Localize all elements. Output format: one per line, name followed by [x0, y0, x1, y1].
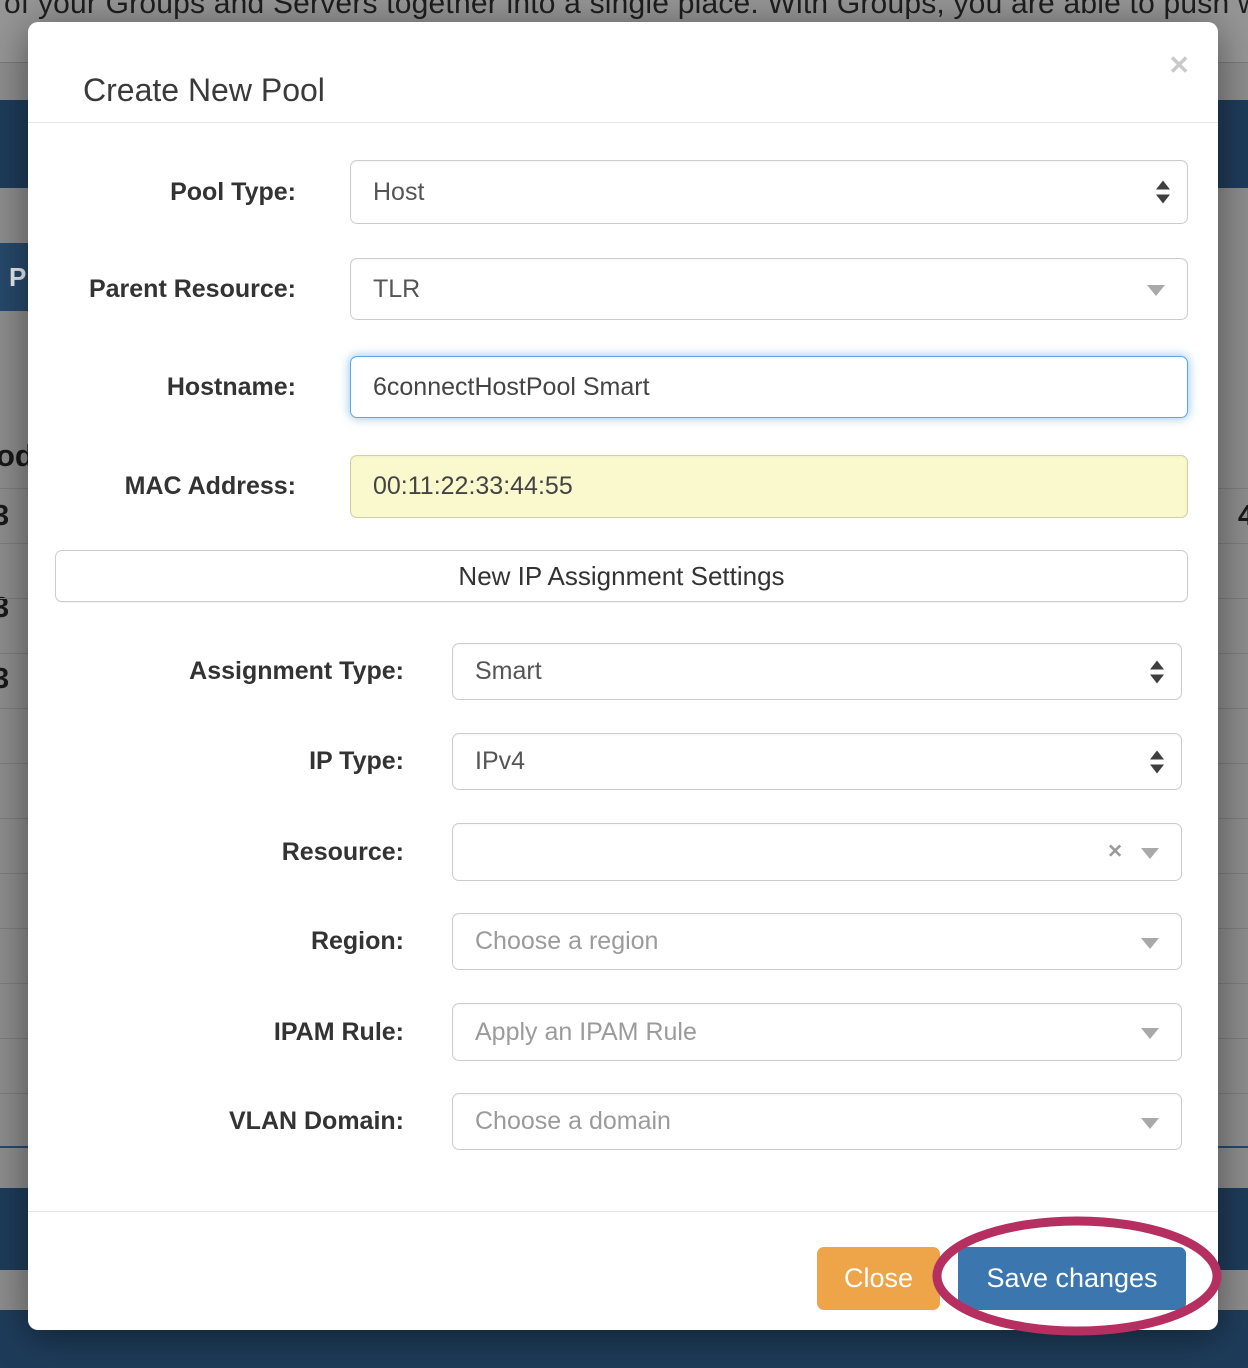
background-cell-fragment: 3 [0, 592, 9, 625]
ipam-rule-placeholder: Apply an IPAM Rule [475, 1018, 697, 1047]
mac-address-label: MAC Address: [28, 455, 296, 518]
select-stepper-icon [1150, 750, 1164, 773]
pool-type-select[interactable]: Host [350, 160, 1188, 224]
background-cell-fragment: 4 [1238, 500, 1248, 533]
header-divider [28, 122, 1218, 123]
assignment-type-value: Smart [475, 657, 542, 686]
pool-type-label: Pool Type: [28, 160, 296, 224]
hostname-input[interactable] [350, 356, 1188, 418]
vlan-domain-placeholder: Choose a domain [475, 1107, 671, 1136]
clear-icon[interactable]: ✕ [1107, 841, 1123, 864]
chevron-down-icon [1141, 1028, 1159, 1039]
chevron-down-icon [1141, 1118, 1159, 1129]
chevron-down-icon [1141, 938, 1159, 949]
pool-type-value: Host [373, 178, 424, 207]
region-placeholder: Choose a region [475, 927, 658, 956]
ip-type-value: IPv4 [475, 747, 525, 776]
resource-label: Resource: [28, 823, 404, 881]
create-new-pool-dialog: Create New Pool ✕ Pool Type: Host Parent… [28, 22, 1218, 1330]
assignment-type-label: Assignment Type: [28, 643, 404, 700]
resource-combobox[interactable]: ✕ [452, 823, 1182, 881]
ipam-rule-label: IPAM Rule: [28, 1003, 404, 1061]
chevron-down-icon [1147, 285, 1165, 296]
footer-divider [28, 1211, 1218, 1212]
vlan-domain-dropdown[interactable]: Choose a domain [452, 1093, 1182, 1150]
select-stepper-icon [1156, 181, 1170, 204]
background-cell-fragment: 3 [0, 663, 9, 696]
parent-resource-value: TLR [373, 275, 420, 304]
region-dropdown[interactable]: Choose a region [452, 913, 1182, 970]
ip-type-select[interactable]: IPv4 [452, 733, 1182, 790]
parent-resource-label: Parent Resource: [28, 258, 296, 320]
close-button[interactable]: Close [817, 1247, 940, 1310]
parent-resource-dropdown[interactable]: TLR [350, 258, 1188, 320]
chevron-down-icon [1141, 848, 1159, 859]
vlan-domain-label: VLAN Domain: [28, 1093, 404, 1150]
new-ip-assignment-settings-button[interactable]: New IP Assignment Settings [55, 550, 1188, 602]
ipam-rule-dropdown[interactable]: Apply an IPAM Rule [452, 1003, 1182, 1061]
ip-type-label: IP Type: [28, 733, 404, 790]
mac-address-input[interactable] [350, 455, 1188, 518]
close-icon[interactable]: ✕ [1168, 52, 1190, 78]
select-stepper-icon [1150, 660, 1164, 683]
background-cell-fragment: 3 [0, 500, 9, 533]
region-label: Region: [28, 913, 404, 970]
hostname-label: Hostname: [28, 356, 296, 418]
assignment-type-select[interactable]: Smart [452, 643, 1182, 700]
save-changes-button[interactable]: Save changes [958, 1247, 1186, 1310]
background-paragraph-text: of your Groups and Servers together into… [4, 0, 1248, 21]
dialog-title: Create New Pool [83, 72, 325, 109]
